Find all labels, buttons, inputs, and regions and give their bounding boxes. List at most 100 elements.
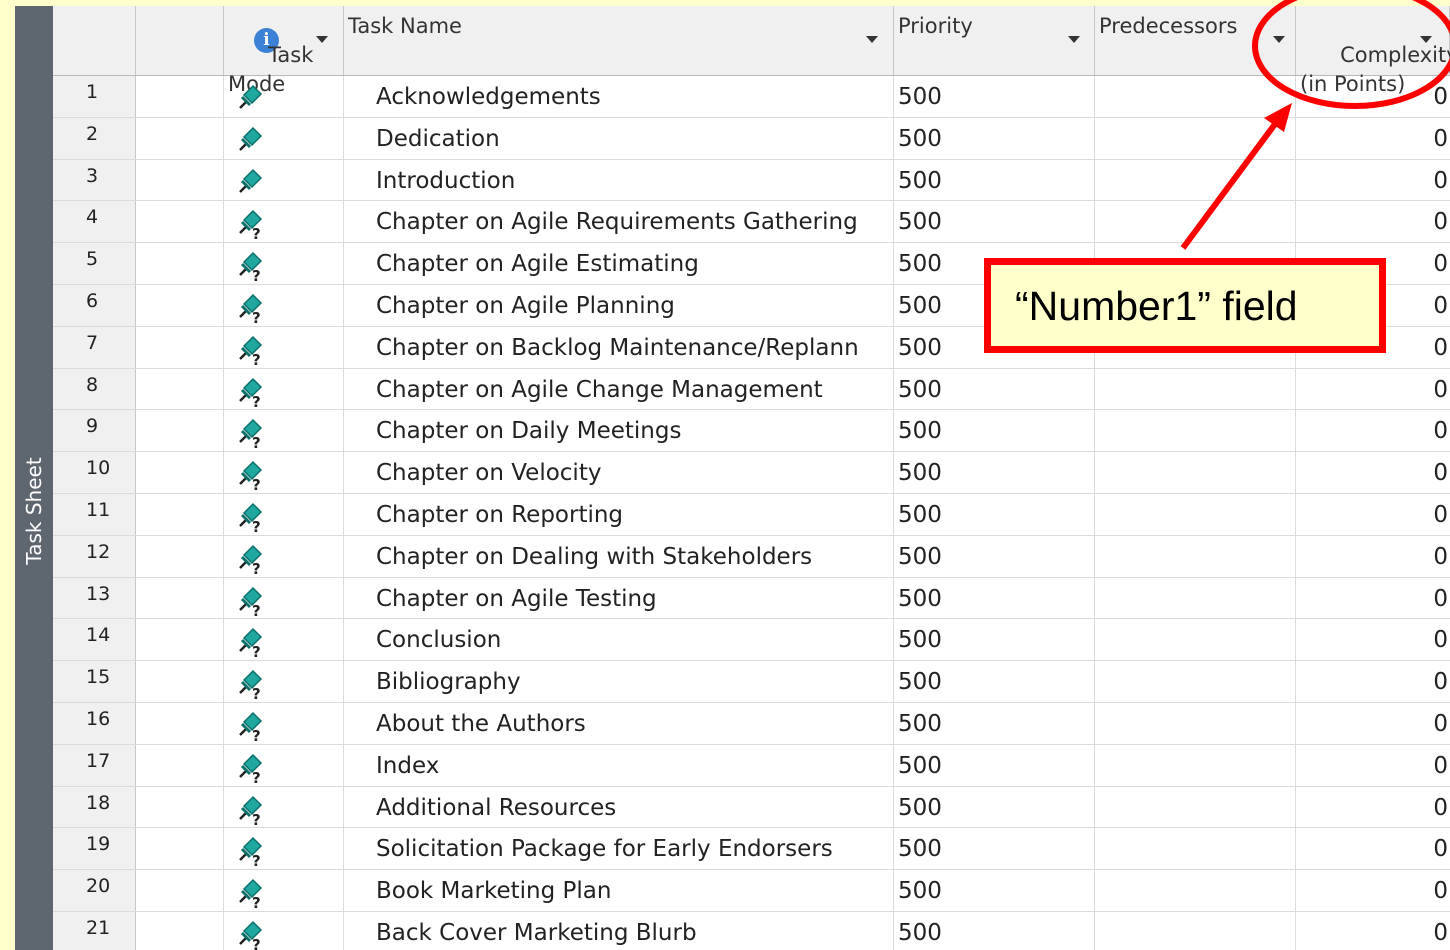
predecessors-cell[interactable]	[1095, 76, 1296, 117]
complexity-column-header[interactable]: Complexity (in Points)	[1296, 6, 1450, 96]
row-number[interactable]: 20	[53, 870, 136, 911]
task-mode-cell[interactable]: ?	[224, 786, 344, 828]
table-row[interactable]: 1 Acknowledgements 500 0	[53, 76, 1450, 118]
task-name-cell[interactable]: Chapter on Reporting	[344, 493, 894, 535]
task-name-cell[interactable]: Back Cover Marketing Blurb	[344, 911, 894, 950]
row-number[interactable]: 7	[53, 326, 136, 368]
task-mode-cell[interactable]: ?	[224, 619, 344, 661]
indicators-column-header[interactable]: i	[136, 6, 279, 75]
task-mode-cell[interactable]: ?	[224, 493, 344, 535]
task-mode-cell[interactable]: ?	[224, 577, 344, 619]
complexity-dropdown-icon[interactable]	[1420, 36, 1432, 43]
row-number[interactable]: 18	[53, 786, 136, 828]
complexity-cell[interactable]: 0	[1296, 160, 1450, 201]
select-all-corner[interactable]	[53, 6, 136, 75]
task-mode-cell[interactable]	[224, 117, 344, 159]
table-row[interactable]: 17? Index 500 0	[53, 744, 1450, 787]
complexity-cell[interactable]: 0	[1296, 369, 1450, 410]
indicators-cell[interactable]	[136, 535, 224, 577]
complexity-cell[interactable]: 0	[1296, 494, 1450, 535]
indicators-cell[interactable]	[136, 159, 224, 201]
task-name-cell[interactable]: Chapter on Daily Meetings	[344, 410, 894, 452]
complexity-cell[interactable]: 0	[1296, 745, 1450, 786]
priority-cell[interactable]: 500	[894, 786, 1095, 828]
table-row[interactable]: 8? Chapter on Agile Change Management 500 0	[53, 368, 1450, 411]
priority-cell[interactable]: 500	[894, 702, 1095, 744]
task-mode-cell[interactable]: ?	[224, 828, 344, 870]
indicators-cell[interactable]	[136, 493, 224, 535]
priority-cell[interactable]: 500	[894, 201, 1095, 243]
task-name-cell[interactable]: Conclusion	[344, 619, 894, 661]
task-mode-cell[interactable]: ?	[224, 368, 344, 410]
row-number[interactable]: 9	[53, 410, 136, 452]
priority-cell[interactable]: 500	[894, 744, 1095, 786]
indicators-cell[interactable]	[136, 410, 224, 452]
row-number[interactable]: 5	[53, 243, 136, 284]
priority-dropdown-icon[interactable]	[1068, 36, 1080, 43]
predecessors-cell[interactable]	[1095, 619, 1296, 661]
row-number[interactable]: 1	[53, 76, 136, 117]
priority-cell[interactable]: 500	[894, 159, 1095, 201]
row-number[interactable]: 12	[53, 535, 136, 577]
task-mode-cell[interactable]	[224, 159, 344, 201]
predecessors-cell[interactable]	[1095, 744, 1296, 786]
priority-cell[interactable]: 500	[894, 535, 1095, 577]
row-number[interactable]: 10	[53, 452, 136, 493]
indicators-cell[interactable]	[136, 786, 224, 828]
task-mode-cell[interactable]: ?	[224, 326, 344, 368]
row-number[interactable]: 2	[53, 117, 136, 159]
table-row[interactable]: 18? Additional Resources 500 0	[53, 786, 1450, 829]
table-row[interactable]: 2 Dedication 500 0	[53, 117, 1450, 160]
task-mode-column-header[interactable]: Task Mode	[224, 6, 344, 96]
priority-cell[interactable]: 500	[894, 117, 1095, 159]
complexity-cell[interactable]: 0	[1296, 536, 1450, 577]
row-number[interactable]: 21	[53, 911, 136, 950]
table-row[interactable]: 21? Back Cover Marketing Blurb 500 0	[53, 911, 1450, 950]
row-number[interactable]: 3	[53, 159, 136, 201]
task-name-cell[interactable]: Additional Resources	[344, 786, 894, 828]
predecessors-cell[interactable]	[1095, 201, 1296, 243]
task-name-cell[interactable]: Solicitation Package for Early Endorsers	[344, 828, 894, 870]
predecessors-cell[interactable]	[1095, 159, 1296, 201]
complexity-cell[interactable]: 0	[1296, 912, 1450, 950]
indicators-cell[interactable]	[136, 201, 224, 243]
priority-cell[interactable]: 500	[894, 870, 1095, 911]
row-number[interactable]: 16	[53, 702, 136, 744]
row-number[interactable]: 13	[53, 577, 136, 619]
row-number[interactable]: 19	[53, 828, 136, 870]
task-mode-cell[interactable]: ?	[224, 284, 344, 326]
predecessors-cell[interactable]	[1095, 870, 1296, 911]
task-name-cell[interactable]: Chapter on Backlog Maintenance/Replann	[344, 326, 894, 368]
row-number[interactable]: 11	[53, 493, 136, 535]
predecessors-cell[interactable]	[1095, 493, 1296, 535]
table-row[interactable]: 9? Chapter on Daily Meetings 500 0	[53, 410, 1450, 453]
complexity-cell[interactable]: 0	[1296, 703, 1450, 744]
table-row[interactable]: 10? Chapter on Velocity 500 0	[53, 452, 1450, 494]
indicators-cell[interactable]	[136, 870, 224, 911]
priority-cell[interactable]: 500	[894, 368, 1095, 410]
task-name-cell[interactable]: Index	[344, 744, 894, 786]
indicators-cell[interactable]	[136, 577, 224, 619]
complexity-cell[interactable]: 0	[1296, 870, 1450, 911]
complexity-cell[interactable]: 0	[1296, 619, 1450, 660]
predecessors-cell[interactable]	[1095, 117, 1296, 159]
task-name-cell[interactable]: Chapter on Agile Requirements Gathering	[344, 201, 894, 243]
task-name-column-header[interactable]: Task Name	[344, 6, 894, 75]
predecessors-cell[interactable]	[1095, 828, 1296, 870]
indicators-cell[interactable]	[136, 76, 224, 117]
task-name-cell[interactable]: About the Authors	[344, 702, 894, 744]
task-name-cell[interactable]: Chapter on Velocity	[344, 452, 894, 493]
priority-cell[interactable]: 500	[894, 911, 1095, 950]
table-row[interactable]: 13? Chapter on Agile Testing 500 0	[53, 577, 1450, 620]
predecessors-cell[interactable]	[1095, 786, 1296, 828]
complexity-cell[interactable]: 0	[1296, 828, 1450, 869]
task-mode-cell[interactable]: ?	[224, 201, 344, 243]
indicators-cell[interactable]	[136, 828, 224, 870]
indicators-cell[interactable]	[136, 284, 224, 326]
complexity-cell[interactable]: 0	[1296, 661, 1450, 702]
task-mode-cell[interactable]: ?	[224, 702, 344, 744]
task-name-cell[interactable]: Chapter on Agile Estimating	[344, 243, 894, 284]
task-name-cell[interactable]: Dedication	[344, 117, 894, 159]
task-mode-cell[interactable]: ?	[224, 452, 344, 493]
table-row[interactable]: 20? Book Marketing Plan 500 0	[53, 870, 1450, 912]
